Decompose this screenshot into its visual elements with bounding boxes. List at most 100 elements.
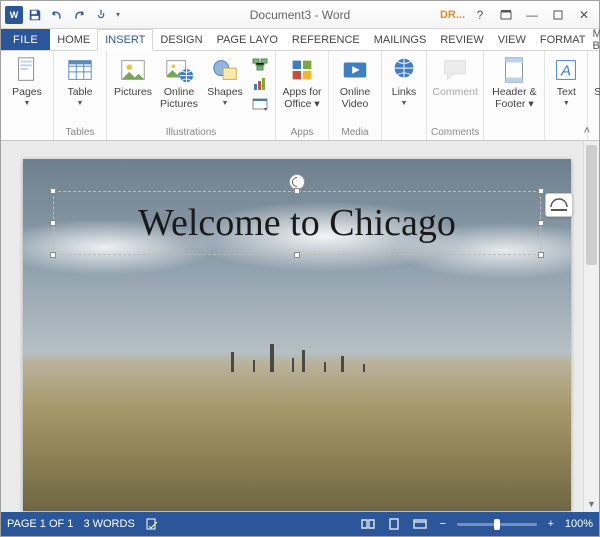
group-comments: Comment Comments xyxy=(427,51,484,140)
web-layout-icon[interactable] xyxy=(411,516,429,532)
zoom-slider[interactable] xyxy=(457,523,537,526)
qat-undo-icon[interactable] xyxy=(47,5,67,25)
tab-references[interactable]: REFERENCE xyxy=(285,29,367,50)
group-label: Comments xyxy=(431,126,479,140)
pages-label: Pages xyxy=(12,87,42,99)
chevron-down-icon: ▼ xyxy=(563,100,570,107)
app-icon[interactable]: W xyxy=(5,6,23,24)
qat-redo-icon[interactable] xyxy=(69,5,89,25)
status-bar: PAGE 1 OF 1 3 WORDS − + 100% xyxy=(1,512,599,536)
chevron-down-icon: ▼ xyxy=(24,100,31,107)
group-pages: Pages ▼ xyxy=(1,51,54,140)
group-label: Tables xyxy=(58,126,102,140)
header-footer-icon xyxy=(499,55,529,85)
shapes-icon xyxy=(210,55,240,85)
proofing-icon[interactable] xyxy=(145,517,159,531)
pages-button[interactable]: Pages ▼ xyxy=(5,53,49,107)
document-area[interactable]: Welcome to Chicago ▲ ▼ xyxy=(1,141,599,512)
group-label: Apps xyxy=(280,126,324,140)
group-label xyxy=(488,137,540,140)
shapes-button[interactable]: Shapes ▼ xyxy=(203,53,247,107)
zoom-in-button[interactable]: + xyxy=(545,518,557,530)
group-header-footer: Header & Footer ▾ xyxy=(484,51,545,140)
pictures-icon xyxy=(118,55,148,85)
comment-button: Comment xyxy=(433,53,477,99)
header-footer-button[interactable]: Header & Footer ▾ xyxy=(488,53,540,110)
qat-customize-icon[interactable]: ▾ xyxy=(113,5,123,25)
table-label: Table xyxy=(67,87,92,99)
text-icon: A xyxy=(551,55,581,85)
word-count[interactable]: 3 WORDS xyxy=(83,518,134,530)
table-button[interactable]: Table ▼ xyxy=(58,53,102,107)
tab-review[interactable]: REVIEW xyxy=(433,29,490,50)
account-badge[interactable]: DR... xyxy=(440,9,465,21)
group-illustrations: Pictures Online Pictures Shapes ▼ ▾ Illu xyxy=(107,51,276,140)
close-icon[interactable]: ✕ xyxy=(573,5,595,25)
chart-button[interactable] xyxy=(249,75,271,93)
text-label: Text xyxy=(557,87,576,99)
tab-home[interactable]: HOME xyxy=(50,29,97,50)
tab-format[interactable]: FORMAT xyxy=(533,29,593,50)
zoom-out-button[interactable]: − xyxy=(437,518,449,530)
qat-touch-icon[interactable] xyxy=(91,5,111,25)
group-links: Links ▼ xyxy=(382,51,427,140)
maximize-icon[interactable] xyxy=(547,5,569,25)
tab-file[interactable]: FILE xyxy=(1,29,50,50)
scroll-down-icon[interactable]: ▼ xyxy=(584,496,599,512)
tab-insert[interactable]: INSERT xyxy=(97,29,153,51)
titlebar: W ▾ Document3 - Word DR... ? — ✕ xyxy=(1,1,599,29)
group-media: Online Video Media xyxy=(329,51,382,140)
pictures-button[interactable]: Pictures xyxy=(111,53,155,99)
tab-view[interactable]: VIEW xyxy=(491,29,533,50)
group-tables: Table ▼ Tables xyxy=(54,51,107,140)
scroll-thumb[interactable] xyxy=(586,145,597,265)
online-pictures-icon xyxy=(164,55,194,85)
word-window: W ▾ Document3 - Word DR... ? — ✕ FILE HO… xyxy=(0,0,600,537)
picture-skyline xyxy=(23,356,571,372)
signed-in-user[interactable]: Mitch Bar... xyxy=(592,29,600,50)
print-layout-icon[interactable] xyxy=(385,516,403,532)
quick-access-toolbar: W ▾ xyxy=(1,5,123,25)
read-mode-icon[interactable] xyxy=(359,516,377,532)
svg-text:▾: ▾ xyxy=(264,107,267,112)
online-pictures-button[interactable]: Online Pictures xyxy=(157,53,201,110)
ribbon-display-icon[interactable] xyxy=(495,5,517,25)
collapse-ribbon-icon[interactable]: ˄ xyxy=(579,124,595,138)
group-label xyxy=(5,137,49,140)
tab-mailings[interactable]: MAILINGS xyxy=(367,29,434,50)
smartart-button[interactable] xyxy=(249,55,271,73)
chevron-down-icon: ▼ xyxy=(222,100,229,107)
online-video-button[interactable]: Online Video xyxy=(333,53,377,110)
chevron-down-icon: ▼ xyxy=(77,100,84,107)
chevron-down-icon: ▼ xyxy=(401,100,408,107)
pictures-label: Pictures xyxy=(114,87,152,99)
layout-options-button[interactable] xyxy=(545,193,573,217)
apps-for-office-button[interactable]: Apps for Office ▾ xyxy=(280,53,324,110)
tab-page-layout[interactable]: PAGE LAYO xyxy=(210,29,285,50)
help-icon[interactable]: ? xyxy=(469,5,491,25)
zoom-slider-thumb[interactable] xyxy=(494,519,500,530)
apps-icon xyxy=(287,55,317,85)
svg-text:A: A xyxy=(560,63,571,80)
video-icon xyxy=(340,55,370,85)
tab-design[interactable]: DESIGN xyxy=(153,29,209,50)
shapes-label: Shapes xyxy=(207,87,243,99)
text-box-content[interactable]: Welcome to Chicago xyxy=(54,192,540,254)
comment-label: Comment xyxy=(432,87,478,99)
links-button[interactable]: Links ▼ xyxy=(386,53,422,107)
user-name-label: Mitch Bar... xyxy=(592,28,600,52)
group-label xyxy=(386,137,422,140)
vertical-scrollbar[interactable]: ▲ ▼ xyxy=(583,141,599,512)
ribbon-insert: Pages ▼ Table ▼ Tables Pictures xyxy=(1,51,599,141)
comment-icon xyxy=(440,55,470,85)
text-box[interactable]: Welcome to Chicago xyxy=(53,191,541,255)
page-indicator[interactable]: PAGE 1 OF 1 xyxy=(7,518,73,530)
symbols-label: Symbols xyxy=(594,87,600,99)
inserted-picture[interactable]: Welcome to Chicago xyxy=(23,159,571,511)
symbols-button[interactable]: Ω Symbols ▼ xyxy=(592,53,600,107)
text-button[interactable]: A Text ▼ xyxy=(549,53,583,107)
minimize-icon[interactable]: — xyxy=(521,5,543,25)
qat-save-icon[interactable] xyxy=(25,5,45,25)
zoom-level[interactable]: 100% xyxy=(565,518,593,530)
screenshot-button[interactable]: ▾ xyxy=(249,95,271,113)
